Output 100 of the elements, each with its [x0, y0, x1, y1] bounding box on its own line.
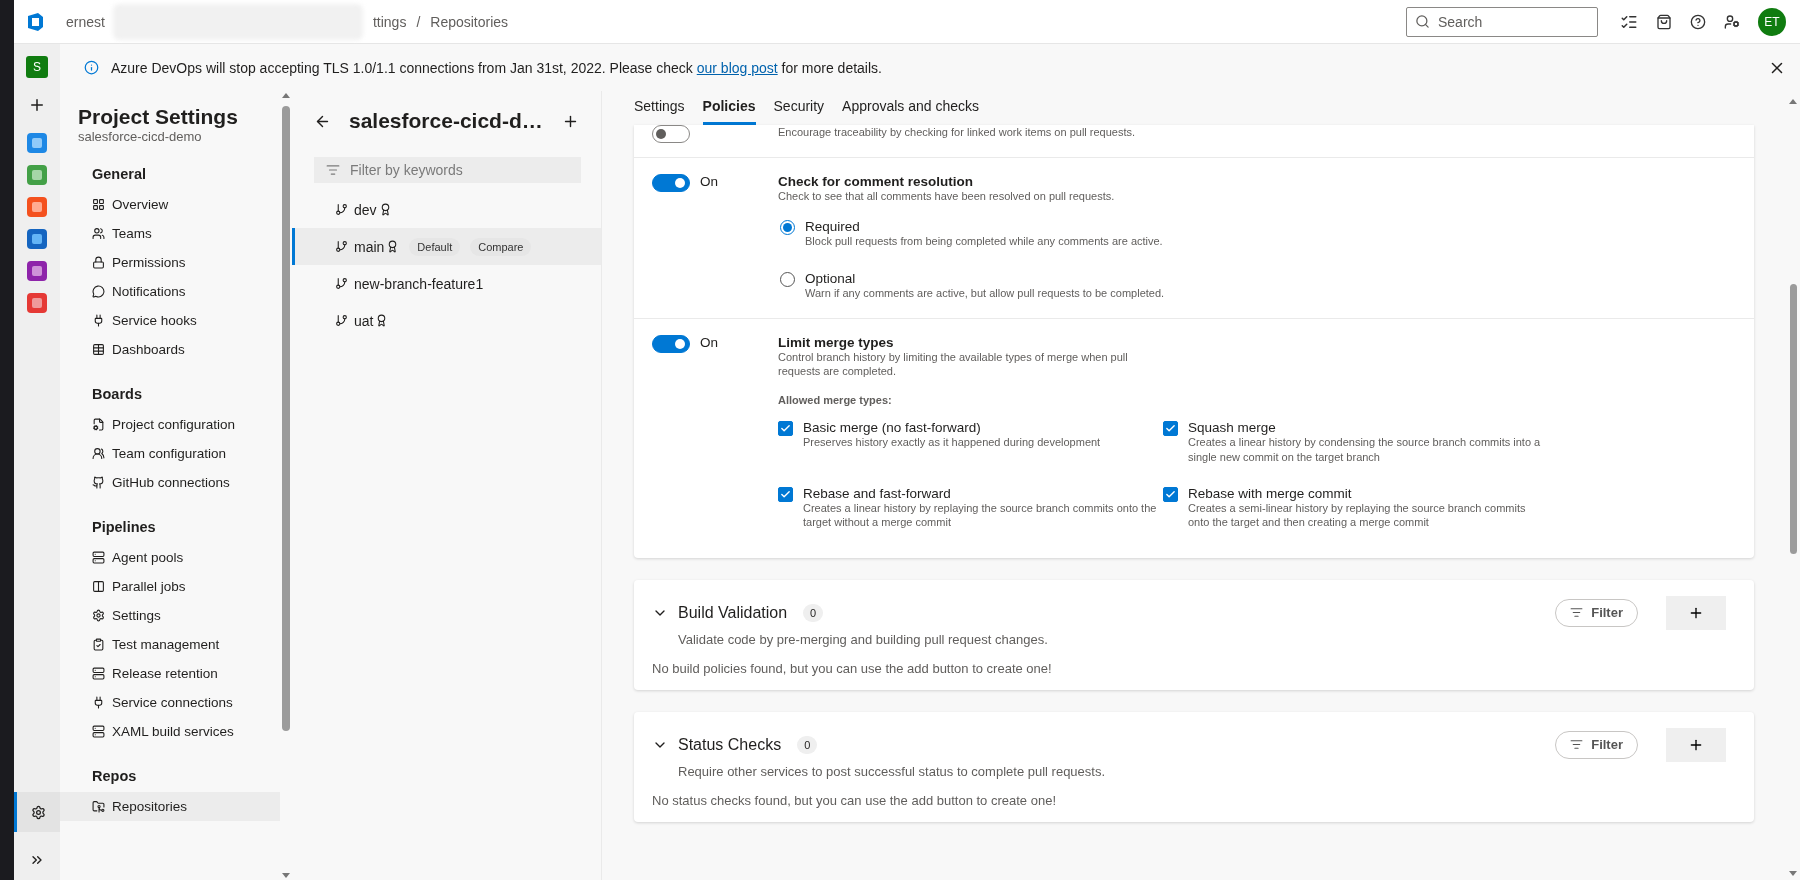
count-badge: 0 [803, 603, 824, 622]
tab[interactable]: Security [773, 98, 825, 125]
checkbox[interactable] [1163, 421, 1178, 437]
count-badge: 0 [797, 735, 818, 754]
sidebar-item[interactable]: Release retention [60, 659, 280, 688]
server-icon [92, 551, 105, 564]
breadcrumb-link[interactable]: ttings [372, 13, 407, 30]
filter-icon [1570, 738, 1584, 752]
sidebar-item[interactable]: Team configuration [60, 439, 280, 468]
section-description: Validate code by pre-merging and building pull request changes. [678, 631, 1049, 647]
app-icon[interactable] [26, 164, 48, 186]
settings-icon [92, 609, 105, 622]
sidebar-item[interactable]: Service hooks [60, 306, 280, 335]
search-field[interactable]: Search [1406, 6, 1598, 37]
option-description: Warn if any comments are active, but allow pull requests to be completed. [805, 286, 1165, 300]
branch-tag: Compare [470, 237, 532, 256]
people-icon [92, 227, 105, 240]
scroll-down-icon[interactable] [282, 873, 290, 878]
breadcrumb-link[interactable]: Repositories [430, 13, 509, 30]
scroll-down-icon[interactable] [1789, 871, 1797, 876]
sidebar-item[interactable]: GitHub connections [60, 468, 280, 497]
policy-title: Limit merge types [778, 334, 895, 350]
gear-icon [31, 804, 46, 820]
checkbox[interactable] [778, 421, 793, 437]
table-icon [92, 343, 105, 356]
sidebar-item[interactable]: Test management [60, 630, 280, 659]
help-icon[interactable] [1690, 13, 1706, 30]
policy-title: Check for comment resolution [778, 174, 975, 189]
branch-item[interactable]: dev [292, 191, 601, 228]
toggle-label: On [700, 334, 718, 350]
tab[interactable]: Approvals and checks [842, 98, 980, 125]
info-icon [84, 60, 99, 75]
grid-icon [92, 198, 105, 211]
sidebar-item[interactable]: Overview [60, 190, 280, 219]
sidebar-item[interactable]: Project configuration [60, 410, 280, 439]
toggle-switch[interactable] [652, 125, 690, 143]
section-description: Require other services to post successful status to complete pull requests. [678, 763, 1107, 779]
filter-field[interactable]: Filter by keywords [314, 157, 581, 183]
option-description: Creates a semi-linear history by replaying the source branch commits onto the target and then creating a merge commit [1188, 501, 1527, 530]
sidebar-item[interactable]: Permissions [60, 248, 280, 277]
sidebar-item[interactable]: Teams [60, 219, 280, 248]
policy-description: Check to see that all comments have been resolved on pull requests. [778, 189, 1116, 204]
scroll-up-icon[interactable] [1789, 99, 1797, 104]
app-icon[interactable] [26, 292, 48, 314]
filter-button[interactable]: Filter [1555, 598, 1638, 627]
plug-icon [92, 696, 105, 709]
option-label: Optional [805, 270, 857, 286]
sidebar-item[interactable]: Settings [60, 601, 280, 630]
app-icon[interactable] [26, 196, 48, 218]
sidebar-item[interactable]: Notifications [60, 277, 280, 306]
app-icon[interactable] [26, 228, 48, 250]
checkbox[interactable] [1163, 487, 1178, 503]
toggle-switch[interactable] [652, 174, 690, 192]
checkbox[interactable] [778, 487, 793, 503]
option-label: Rebase and fast-forward [803, 486, 952, 502]
branch-tag: Default [409, 237, 461, 256]
option-label: Squash merge [1188, 420, 1277, 436]
option-description: Block pull requests from being completed while any comments are active. [805, 234, 1163, 249]
chat-icon [92, 285, 105, 298]
clipboard-icon [92, 638, 105, 651]
settings-button[interactable] [14, 792, 60, 832]
sidebar-item[interactable]: Agent pools [60, 543, 280, 572]
app-icon[interactable] [26, 260, 48, 282]
option-description: Creates a linear history by condensing the source branch commits into a single new commit on the target branch [1188, 435, 1542, 465]
add-icon[interactable] [28, 96, 46, 114]
app-icon[interactable] [26, 132, 48, 154]
tab[interactable]: Settings [634, 98, 685, 125]
branch-item[interactable]: new-branch-feature1 [292, 265, 601, 302]
filter-icon [1570, 606, 1584, 620]
scrollbar-thumb[interactable] [1789, 284, 1797, 554]
sidebar-item[interactable]: Repositories [60, 792, 280, 821]
organization-avatar[interactable]: S [26, 56, 48, 78]
branch-icon [335, 240, 348, 253]
sidebar-item[interactable]: Parallel jobs [60, 572, 280, 601]
option-description: Preserves history exactly as it happened during development [803, 435, 1101, 450]
section-heading: Boards [92, 386, 143, 402]
toggle-label: On [700, 174, 718, 189]
scroll-up-icon[interactable] [282, 93, 290, 98]
branch-item[interactable]: uat [292, 302, 601, 339]
user-avatar[interactable]: ET [1758, 7, 1786, 36]
empty-message: No status checks found, but you can use the add button to create one! [652, 792, 1057, 808]
bag-icon[interactable] [1656, 13, 1672, 30]
option-label: Basic merge (no fast-forward) [803, 420, 982, 436]
user-settings-icon[interactable] [1724, 13, 1740, 30]
filter-button[interactable]: Filter [1555, 730, 1638, 759]
lock-icon [92, 256, 105, 269]
toggle-switch[interactable] [652, 334, 690, 353]
sidebar-item[interactable]: Dashboards [60, 335, 280, 364]
branch-item[interactable]: main Default Compare [292, 228, 601, 265]
sidebar-item[interactable]: XAML build services [60, 717, 280, 746]
option-label: Required [805, 219, 861, 235]
breadcrumb-separator: / [416, 13, 421, 30]
section-title: Build Validation [678, 603, 788, 622]
scrollbar-thumb[interactable] [282, 106, 290, 731]
repository-title: salesforce-cicd-d… [349, 109, 544, 133]
sidebar-item[interactable]: Service connections [60, 688, 280, 717]
plug-icon [92, 314, 105, 327]
breadcrumb-link[interactable]: ernest [66, 13, 105, 30]
section-heading: Repos [92, 768, 138, 784]
blog-link[interactable]: our blog post [696, 59, 778, 76]
